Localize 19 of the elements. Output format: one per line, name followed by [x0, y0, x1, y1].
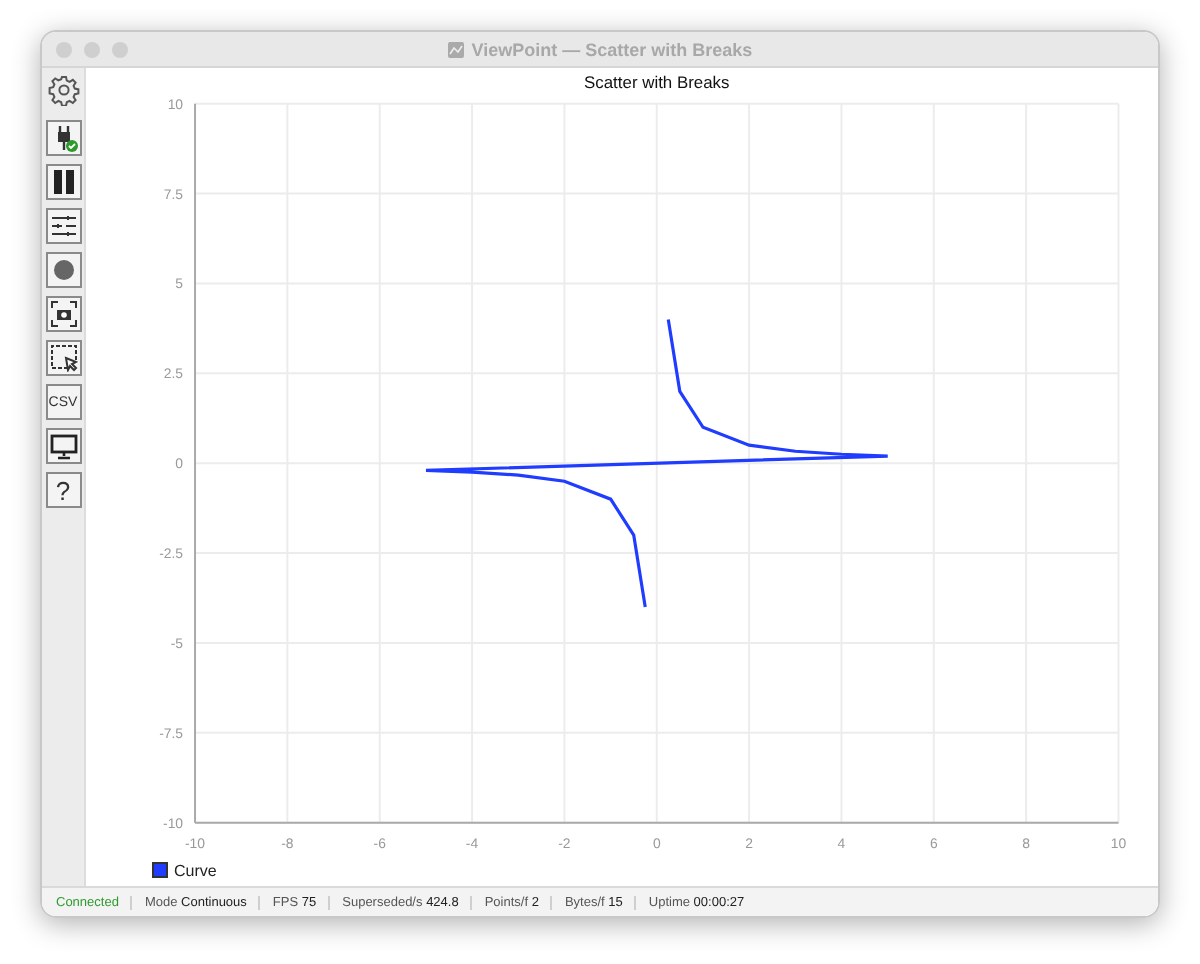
settings-icon[interactable] — [47, 74, 79, 106]
pause-icon — [49, 168, 77, 196]
pause-button[interactable] — [45, 164, 81, 200]
sliders-icon — [49, 212, 77, 240]
chart-title: Scatter with Breaks — [584, 71, 730, 92]
pointer-icon — [49, 344, 77, 372]
window-title: ViewPoint — Scatter with Breaks — [471, 39, 753, 59]
camera-icon — [49, 300, 77, 328]
app-icon — [447, 41, 464, 57]
monitor-icon — [49, 432, 77, 460]
pointer-button[interactable] — [45, 340, 81, 376]
sliders-button[interactable] — [45, 208, 81, 244]
monitor-button[interactable] — [45, 428, 81, 464]
plug-button[interactable] — [45, 120, 81, 156]
legend-label: Curve — [174, 861, 217, 880]
record-button[interactable] — [45, 252, 81, 288]
camera-button[interactable] — [45, 296, 81, 332]
help-button[interactable]: ? — [45, 472, 81, 508]
record-icon — [49, 256, 77, 284]
